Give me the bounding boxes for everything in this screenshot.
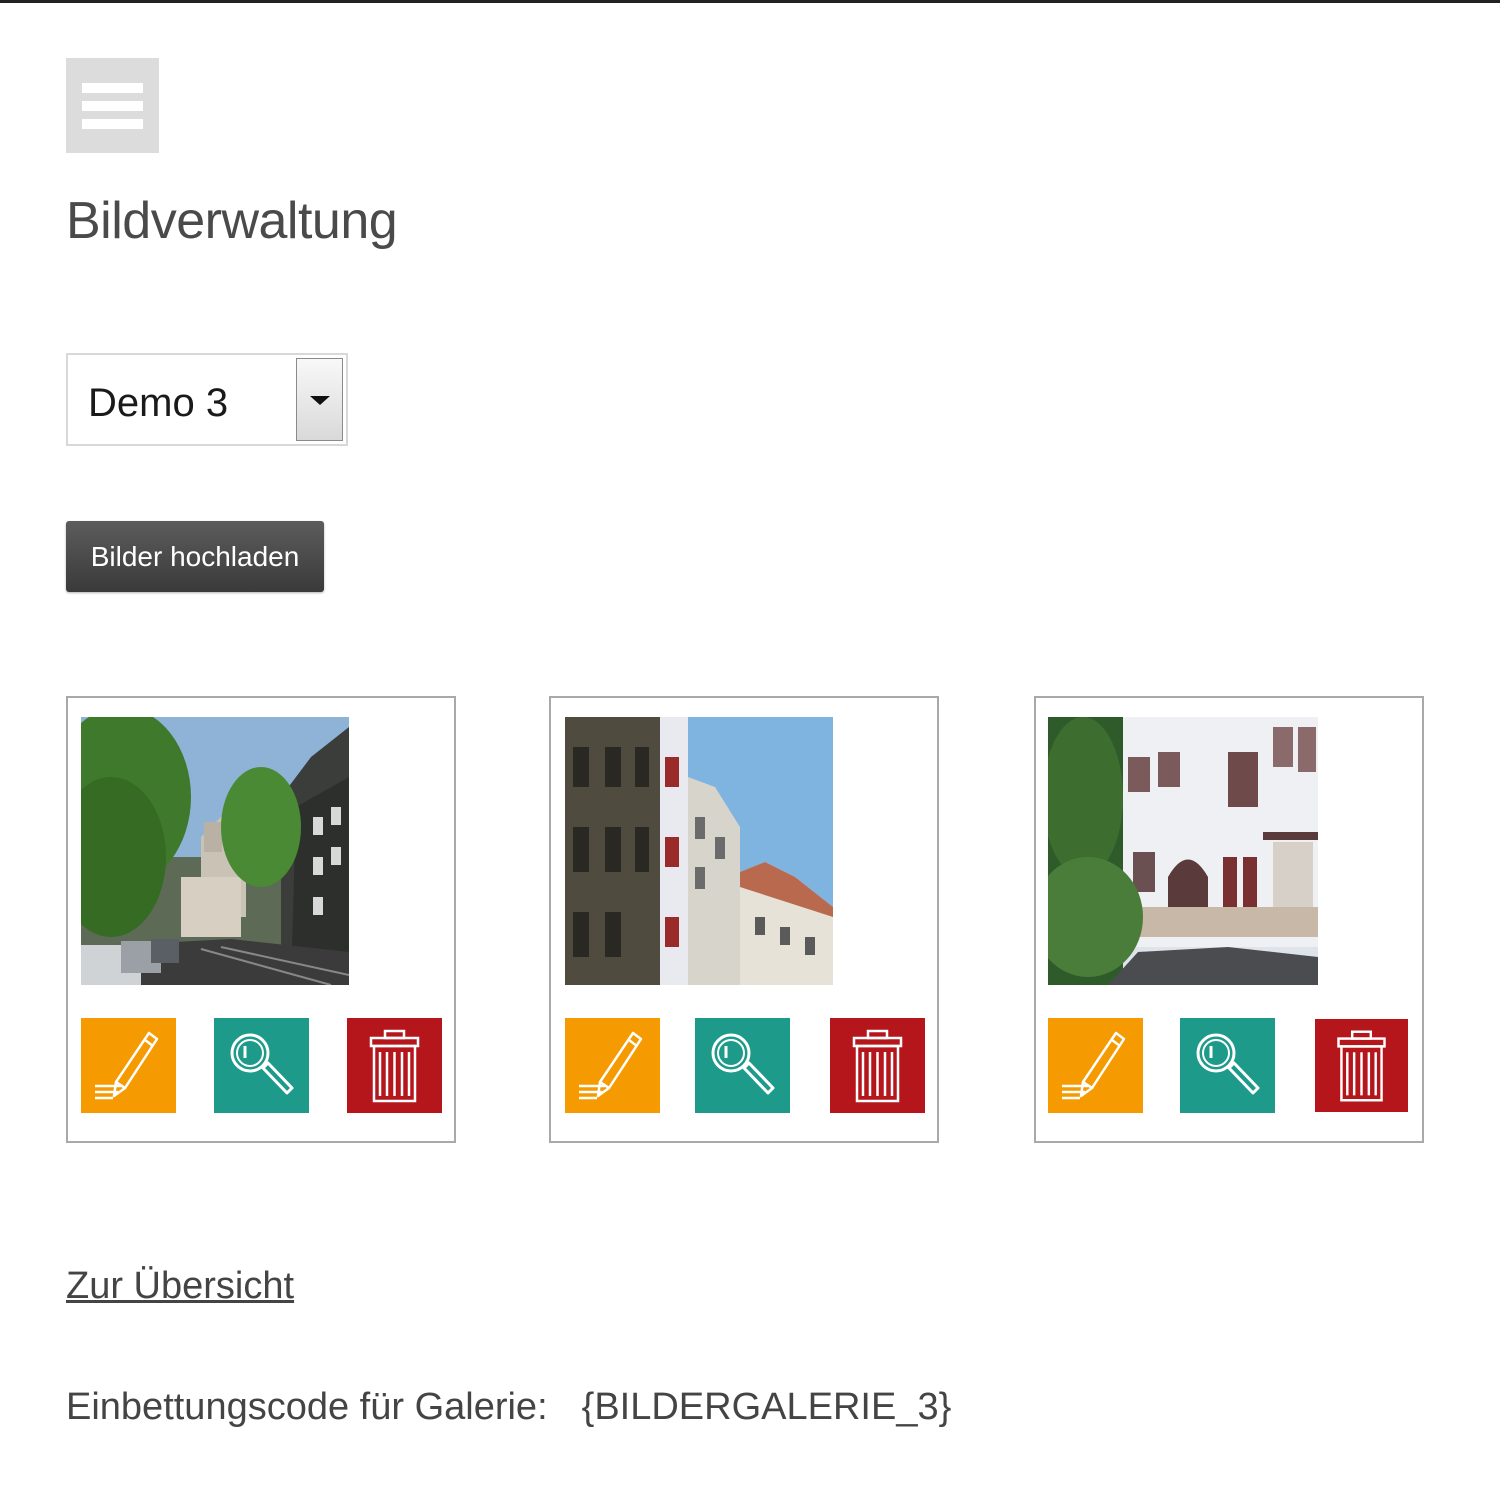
magnifier-icon (695, 1018, 790, 1113)
edit-button[interactable] (1048, 1018, 1143, 1113)
delete-button[interactable] (1315, 1018, 1408, 1113)
gallery-select[interactable]: Demo 3 (66, 353, 348, 446)
upload-images-button[interactable]: Bilder hochladen (66, 521, 324, 592)
magnifier-icon (214, 1018, 309, 1113)
trash-icon (347, 1018, 442, 1113)
gallery-select-value: Demo 3 (88, 381, 229, 425)
pencil-icon (1048, 1018, 1143, 1113)
image-card (549, 696, 939, 1143)
overview-link[interactable]: Zur Übersicht (66, 1265, 294, 1308)
embed-code-label: Einbettungscode für Galerie: (66, 1386, 548, 1428)
view-button[interactable] (1180, 1018, 1275, 1113)
chevron-down-icon (310, 396, 330, 405)
magnifier-icon (1180, 1018, 1275, 1113)
pencil-icon (565, 1018, 660, 1113)
view-button[interactable] (214, 1018, 309, 1113)
image-thumbnail[interactable] (565, 717, 833, 985)
delete-button[interactable] (347, 1018, 442, 1113)
page: Bildverwaltung Demo 3 Bilder hochladen Z… (0, 0, 1500, 1500)
delete-button[interactable] (830, 1018, 925, 1113)
image-card (66, 696, 456, 1143)
trash-icon (830, 1018, 925, 1113)
embed-code-row: Einbettungscode für Galerie: {BILDERGALER… (66, 1386, 951, 1429)
view-button[interactable] (695, 1018, 790, 1113)
hamburger-menu-icon[interactable] (66, 58, 159, 153)
edit-button[interactable] (81, 1018, 176, 1113)
gallery-select-arrow[interactable] (296, 358, 343, 441)
image-thumbnail[interactable] (81, 717, 349, 985)
page-title: Bildverwaltung (66, 192, 398, 250)
trash-icon (1315, 1019, 1408, 1112)
edit-button[interactable] (565, 1018, 660, 1113)
pencil-icon (81, 1018, 176, 1113)
embed-code-value: {BILDERGALERIE_3} (581, 1386, 952, 1428)
image-card (1034, 696, 1424, 1143)
image-thumbnail[interactable] (1048, 717, 1318, 985)
